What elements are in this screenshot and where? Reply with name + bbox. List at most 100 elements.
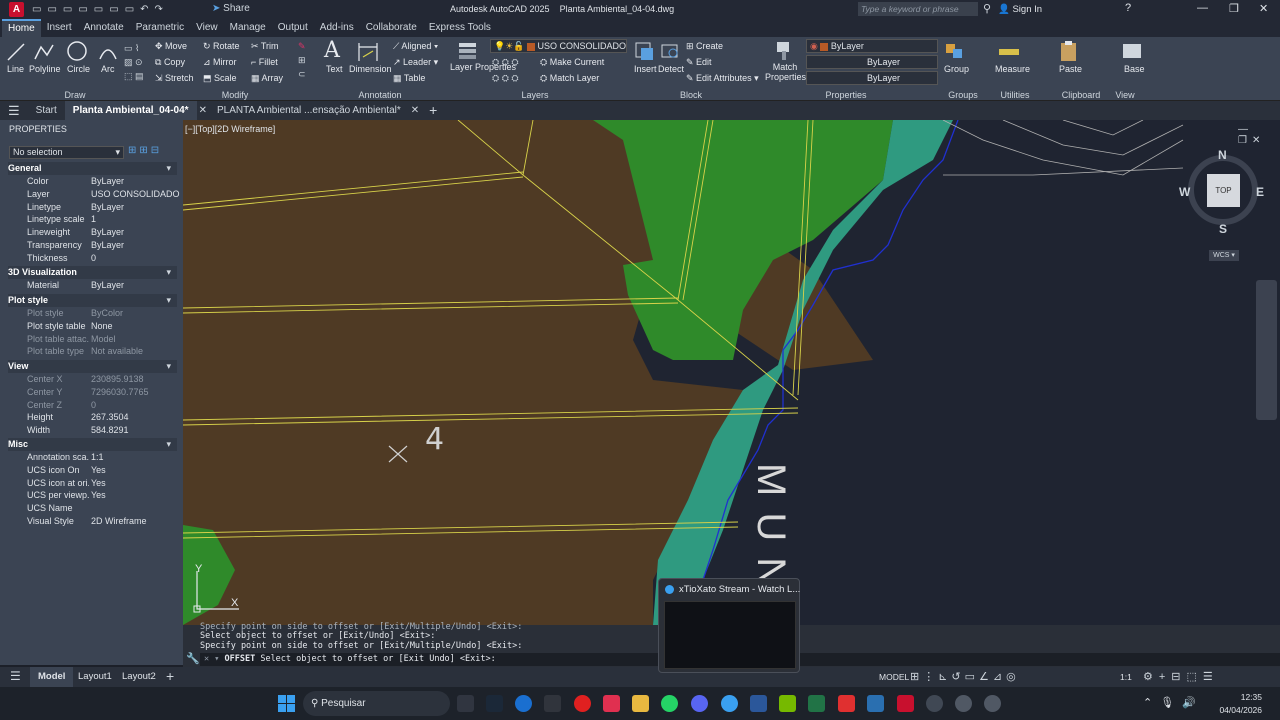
layer-tools-row1[interactable]: ⛭ ⛭ ⛭ [492,55,519,69]
steam-icon[interactable] [486,695,503,712]
tab-manage[interactable]: Manage [224,19,272,37]
fillet-button[interactable]: ⌐ Fillet [251,55,278,69]
scale-button[interactable]: ⬒ Scale [203,71,237,85]
tab-model[interactable]: Model [30,667,74,687]
wcs-menu[interactable]: WCS ▾ [1209,250,1239,261]
move-button[interactable]: ✥ Move [155,39,187,53]
close-tab-icon[interactable]: ✕ [197,101,209,120]
tab-collaborate[interactable]: Collaborate [360,19,423,37]
detect-button[interactable]: Detect [658,62,684,76]
app-blue-icon[interactable] [515,695,532,712]
property-row[interactable]: Linetype scale 1 [0,213,177,226]
property-row[interactable]: Center Y 7296030.7765 [0,386,177,399]
customize-icon[interactable]: 🔧 [186,652,200,665]
property-row[interactable]: Lineweight ByLayer [0,226,177,239]
app-menu-icon[interactable]: ☰ [0,101,28,120]
view-panel-title[interactable]: View [1110,89,1140,101]
annotation-panel-title[interactable]: Annotation [350,89,410,101]
close-other-tab-icon[interactable]: ✕ [409,101,421,120]
capcut-icon[interactable] [603,695,620,712]
viewcube-south[interactable]: S [1219,222,1227,236]
selection-dropdown[interactable]: No selection ▾ [9,146,124,159]
viewcube-top-face[interactable]: TOP [1207,174,1240,207]
match-properties-button[interactable]: Match Properties [765,62,806,82]
drawing-area[interactable] [183,120,1280,625]
model-space-button[interactable]: MODEL [879,672,909,682]
draw-extra-icons[interactable]: ▭ ⌇ ▨ ⊙ ⬚ ▤ [124,41,144,83]
clock-date[interactable]: 04/04/2026 [1214,705,1262,715]
tab-layout2[interactable]: Layout2 [122,671,156,682]
tab-start[interactable]: Start [28,101,65,120]
section-3d-visualization[interactable]: 3D Visualization ▾ [8,266,177,279]
property-row[interactable]: UCS icon On Yes [0,464,177,477]
tab-parametric[interactable]: Parametric [130,19,190,37]
tab-insert[interactable]: Insert [41,19,78,37]
app-red-icon[interactable] [838,695,855,712]
tab-layout1[interactable]: Layout1 [78,671,112,682]
property-row[interactable]: Plot table type Not available [0,345,177,358]
preview-thumbnail[interactable] [664,601,796,669]
dimension-button[interactable]: Dimension [349,62,392,76]
autocad-taskbar-icon[interactable] [897,695,914,712]
navigation-bar[interactable] [1256,280,1277,420]
section-misc[interactable]: Misc ▾ [8,438,177,451]
trim-button[interactable]: ✂ Trim [251,39,279,53]
property-row[interactable]: Annotation sca... 1:1 [0,451,177,464]
nvidia-icon[interactable] [779,695,796,712]
property-row[interactable]: Plot table attac... Model [0,333,177,346]
layer-tools-row2[interactable]: ⛭ ⛭ ⛭ [492,71,519,85]
rotate-button[interactable]: ↻ Rotate [203,39,240,53]
property-row[interactable]: UCS Name [0,502,177,515]
annotation-scale[interactable]: 1:1 [1120,672,1132,682]
app-dark-icon[interactable] [544,695,561,712]
layout-menu-icon[interactable]: ☰ [10,669,21,683]
text-button[interactable]: Text [326,62,343,76]
table-button[interactable]: ▦ Table [393,71,425,85]
tab-output[interactable]: Output [272,19,314,37]
property-row[interactable]: UCS icon at ori... Yes [0,477,177,490]
groups-panel-title[interactable]: Groups [940,89,986,101]
tab-other-drawing[interactable]: PLANTA Ambiental ...ensação Ambiental* [209,101,409,120]
make-current-button[interactable]: ⛭ Make Current [540,55,604,69]
color-dropdown[interactable]: ◉ ByLayer [806,39,938,53]
modify-panel-title[interactable]: Modify [205,89,265,101]
copy-button[interactable]: ⧉ Copy [155,55,185,69]
utilities-panel-title[interactable]: Utilities [992,89,1038,101]
stretch-button[interactable]: ⇲ Stretch [155,71,194,85]
edit-block-button[interactable]: ✎ Edit [686,55,712,69]
lineweight-dropdown[interactable]: ByLayer [806,71,938,85]
sign-in-button[interactable]: 👤 Sign In [998,4,1042,15]
measure-button[interactable]: Measure [995,62,1030,76]
properties-panel-title[interactable]: Properties [820,89,872,101]
system-tray[interactable]: ⌃🎙🔊 [1143,696,1204,709]
autocad-logo[interactable]: A [9,2,24,17]
block-panel-title[interactable]: Block [668,89,714,101]
search-icon[interactable]: ⚲ [983,2,991,15]
chrome-icon[interactable] [721,695,738,712]
group-button[interactable]: Group [944,62,969,76]
property-row[interactable]: Plot style table None [0,320,177,333]
close-button[interactable]: ✕ [1259,2,1268,15]
restore-button[interactable]: ❐ [1229,2,1239,15]
clipboard-panel-title[interactable]: Clipboard [1056,89,1106,101]
mirror-button[interactable]: ⊿ Mirror [203,55,237,69]
minimize-button[interactable]: — [1197,2,1208,14]
circle-button[interactable]: Circle [67,62,90,76]
app-gray-icon[interactable] [984,695,1001,712]
viewcube-west[interactable]: W [1179,185,1190,199]
line-button[interactable]: Line [7,62,24,76]
layer-dropdown[interactable]: 💡☀🔓 USO CONSOLIDADO [490,39,627,53]
share-button[interactable]: ➤ Share [212,3,250,14]
array-button[interactable]: ▦ Array [251,71,283,85]
property-row[interactable]: Thickness 0 [0,252,177,265]
youtube-icon[interactable] [574,695,591,712]
property-row[interactable]: Height 267.3504 [0,411,177,424]
tab-annotate[interactable]: Annotate [78,19,130,37]
app-circle-icon[interactable] [926,695,943,712]
property-row[interactable]: Center X 230895.9138 [0,373,177,386]
erase-icons[interactable]: ✎ ⊞ ⊂ [298,39,306,81]
file-explorer-icon[interactable] [632,695,649,712]
leader-button[interactable]: ↗ Leader ▾ [393,55,438,69]
property-row[interactable]: Width 584.8291 [0,424,177,437]
property-row[interactable]: Visual Style 2D Wireframe [0,515,177,528]
